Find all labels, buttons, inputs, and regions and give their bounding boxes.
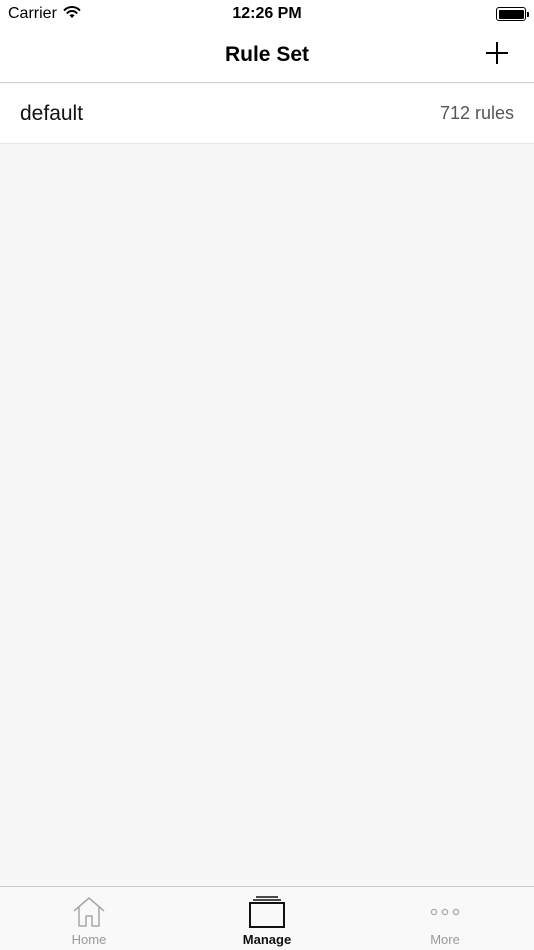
rule-set-row-default[interactable]: default 712 rules xyxy=(0,84,534,144)
plus-icon xyxy=(484,40,510,71)
carrier-label: Carrier xyxy=(8,5,57,22)
tab-bar: Home Manage More xyxy=(0,886,534,950)
tab-manage[interactable]: Manage xyxy=(178,887,356,950)
rule-set-name: default xyxy=(20,101,84,125)
tab-home-label: Home xyxy=(71,932,107,947)
tab-manage-label: Manage xyxy=(242,932,292,947)
more-icon xyxy=(425,894,465,930)
battery-icon xyxy=(496,7,529,21)
add-rule-set-button[interactable] xyxy=(482,40,512,70)
status-left: Carrier xyxy=(8,5,81,24)
status-bar: Carrier 12:26 PM xyxy=(0,0,534,28)
manage-icon xyxy=(247,894,287,930)
tab-more[interactable]: More xyxy=(356,887,534,950)
page-title: Rule Set xyxy=(224,43,310,66)
tab-home[interactable]: Home xyxy=(0,887,178,950)
rule-set-list: default 712 rules xyxy=(0,84,534,144)
tab-more-label: More xyxy=(430,932,460,947)
rule-count: 712 rules xyxy=(439,103,514,123)
navigation-bar: Rule Set xyxy=(0,28,534,83)
wifi-icon xyxy=(63,5,81,24)
home-icon xyxy=(69,894,109,930)
